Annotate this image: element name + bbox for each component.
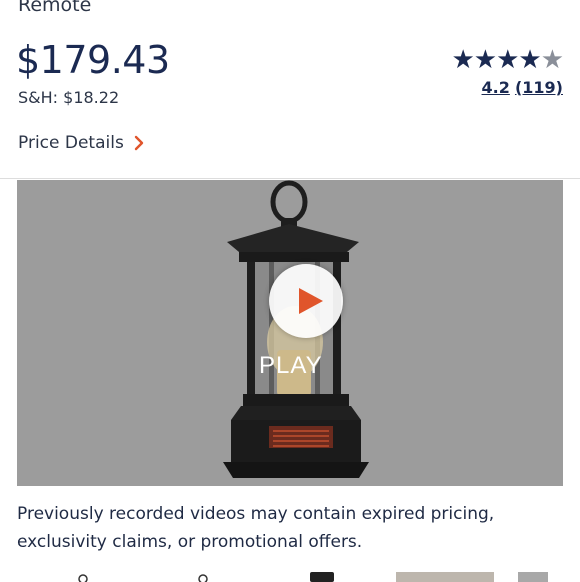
- thumbnail-room[interactable]: [396, 572, 494, 582]
- shipping-handling: S&H: $18.22: [18, 88, 120, 107]
- play-icon: [299, 288, 323, 314]
- thumbnail-more[interactable]: [518, 572, 548, 582]
- rating-block[interactable]: ★★★★★ 4.2 (119): [451, 45, 564, 97]
- rating-summary[interactable]: 4.2 (119): [451, 78, 563, 97]
- product-title-partial: Remote: [18, 0, 92, 16]
- video-disclaimer: Previously recorded videos may contain e…: [17, 504, 495, 552]
- star-rating: ★★★★★: [451, 45, 564, 75]
- filled-stars: ★★★★: [451, 45, 541, 75]
- price-details-link[interactable]: Price Details: [18, 133, 146, 153]
- thumbnail-video[interactable]: [310, 572, 334, 582]
- partial-star: ★: [540, 45, 564, 75]
- play-button[interactable]: [269, 264, 343, 338]
- section-divider: [0, 178, 580, 179]
- review-count[interactable]: (119): [515, 78, 563, 97]
- play-label[interactable]: PLAY: [259, 352, 323, 380]
- product-price: $179.43: [16, 38, 170, 82]
- thumbnail-strip[interactable]: [0, 568, 580, 582]
- rating-value[interactable]: 4.2: [482, 78, 510, 97]
- price-details-label: Price Details: [18, 133, 124, 153]
- product-video-player[interactable]: PLAY: [17, 180, 563, 486]
- thumbnail-lantern-1[interactable]: [76, 572, 90, 582]
- chevron-right-icon: [134, 135, 144, 151]
- thumbnail-lantern-2[interactable]: [196, 572, 210, 582]
